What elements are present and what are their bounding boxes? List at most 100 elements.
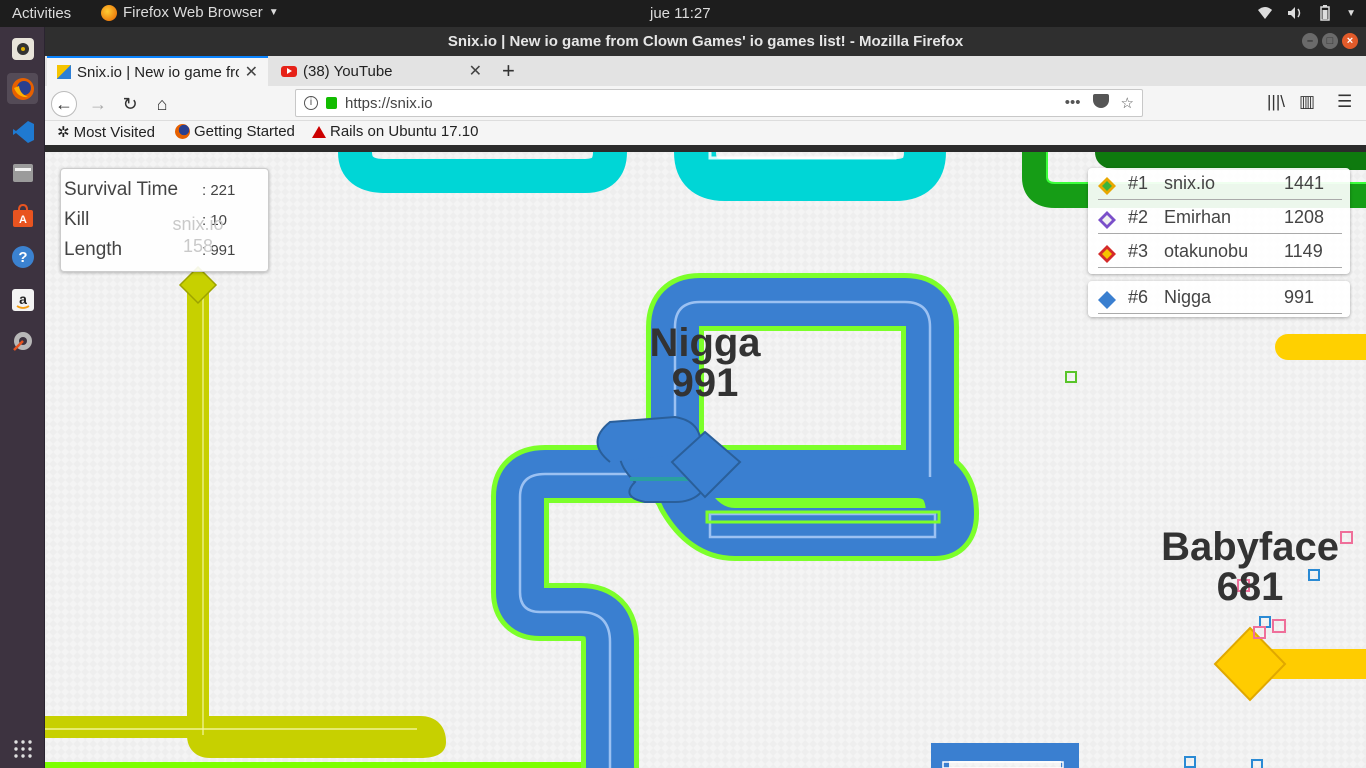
software-center-icon[interactable]: A [7, 200, 38, 231]
survival-time-value: : 221 [202, 182, 236, 199]
leaderboard-rank: #3 [1128, 241, 1149, 261]
leaderboard-score: 991 [1284, 287, 1315, 307]
lock-icon [326, 97, 337, 109]
tab-strip: Snix.io | New io game from Clown Games' … [45, 56, 1366, 86]
svg-text:?: ? [18, 249, 27, 266]
forward-button[interactable]: → [85, 91, 111, 117]
tab-title: (38) YouTube [303, 62, 393, 80]
game-canvas[interactable]: Survival Time : 221 Kill : 10 Length : 9… [45, 152, 1366, 768]
other-snake-score: 681 [1216, 565, 1284, 609]
vscode-icon[interactable] [7, 116, 38, 147]
close-button[interactable]: × [1342, 33, 1358, 49]
url-bar[interactable]: i https://snix.io ••• ☆ [295, 89, 1143, 117]
files-icon[interactable] [7, 157, 38, 188]
app-menu-label: Firefox Web Browser [123, 4, 263, 21]
tab-youtube[interactable]: (38) YouTube ✕ [271, 56, 492, 86]
svg-text:A: A [19, 214, 27, 226]
firefox-icon [101, 4, 117, 21]
ghost-snake-score: 158 [182, 236, 214, 256]
length-label: Length [64, 239, 123, 260]
page-actions-icon[interactable]: ••• [1065, 94, 1081, 112]
system-top-bar: Activities Firefox Web Browser ▼ jue 11:… [0, 0, 1366, 27]
system-tray[interactable]: ▼ [1256, 4, 1356, 22]
pocket-icon[interactable] [1092, 94, 1109, 108]
leaderboard-row: #1 snix.io 1441 [1098, 170, 1342, 200]
settings-icon[interactable] [7, 325, 38, 356]
other-snake-name: Babyface [1161, 525, 1339, 569]
leaderboard-name: otakunobu [1164, 241, 1249, 261]
battery-icon[interactable] [1316, 4, 1334, 22]
wifi-icon[interactable] [1256, 4, 1274, 22]
amazon-icon[interactable]: a [7, 284, 38, 315]
ghost-snake-name: snix.io [172, 214, 224, 234]
bookmark-label: Rails on Ubuntu 17.10 [330, 123, 479, 140]
leaderboard-score: 1208 [1284, 207, 1325, 227]
svg-text:a: a [19, 291, 27, 307]
navigation-toolbar: ← → ↻ ⌂ i https://snix.io ••• ☆ |||\ ▥ ☰ [45, 86, 1366, 121]
survival-time-label: Survival Time [64, 179, 179, 200]
player-score: 991 [671, 361, 739, 405]
rails-icon [312, 125, 326, 138]
close-tab-icon[interactable]: ✕ [469, 61, 482, 81]
other-snake-label: Babyface 681 [1160, 527, 1340, 607]
reload-button[interactable]: ↻ [117, 91, 143, 117]
firefox-icon[interactable] [7, 73, 38, 104]
info-icon[interactable]: i [304, 96, 318, 110]
maximize-button[interactable]: □ [1322, 33, 1338, 49]
leaderboard-score: 1149 [1284, 241, 1323, 261]
launcher-dock: A ? a [0, 27, 45, 768]
leaderboard-name: snix.io [1164, 173, 1216, 193]
bookmark-label: Getting Started [194, 123, 295, 140]
bookmark-star-icon[interactable]: ☆ [1121, 94, 1134, 112]
player-snake-label: Nigga 991 [640, 323, 770, 403]
bookmark-label: Most Visited [73, 123, 156, 141]
leaderboard-rank: #1 [1128, 173, 1149, 193]
bookmark-most-visited[interactable]: ✲ Most Visited [57, 123, 156, 142]
firefox-window: Snix.io | New io game from Clown Games' … [45, 27, 1366, 768]
rhythmbox-icon[interactable] [7, 33, 38, 64]
tab-title: Snix.io | New io game from Clown Games' … [77, 63, 239, 81]
home-button[interactable]: ⌂ [149, 91, 175, 117]
chevron-down-icon: ▼ [268, 7, 279, 18]
my-rank-panel: #6 Nigga 991 [1088, 281, 1350, 317]
leaderboard-rank: #6 [1128, 287, 1149, 307]
bookmarks-toolbar: ✲ Most Visited Getting Started Rails on … [45, 121, 1366, 145]
leaderboard-score: 1441 [1284, 173, 1325, 193]
leaderboard-row: #2 Emirhan 1208 [1098, 204, 1342, 234]
app-grid-icon[interactable] [7, 733, 38, 764]
leaderboard-name: Emirhan [1164, 207, 1232, 227]
url-text[interactable]: https://snix.io [345, 95, 433, 112]
help-icon[interactable]: ? [7, 241, 38, 272]
firefox-icon [175, 124, 190, 139]
sidebar-icon[interactable]: ▥ [1299, 92, 1315, 112]
window-title: Snix.io | New io game from Clown Games' … [447, 33, 964, 50]
tab-snix[interactable]: Snix.io | New io game from Clown Games' … [47, 56, 268, 86]
bookmark-rails[interactable]: Rails on Ubuntu 17.10 [312, 123, 478, 140]
minimize-button[interactable]: – [1302, 33, 1318, 49]
window-titlebar[interactable]: Snix.io | New io game from Clown Games' … [45, 27, 1366, 56]
chevron-down-icon[interactable]: ▼ [1346, 8, 1356, 19]
bookmark-getting-started[interactable]: Getting Started [175, 123, 295, 140]
menu-icon[interactable]: ☰ [1337, 92, 1352, 112]
leaderboard: #1 snix.io 1441 #2 Emirhan 1208 #3 otaku… [1088, 168, 1350, 274]
back-button[interactable]: ← [51, 91, 77, 117]
gear-icon: ✲ [57, 124, 70, 141]
snix-favicon-icon [57, 65, 71, 79]
player-name: Nigga [649, 321, 761, 365]
kill-label: Kill [64, 209, 90, 230]
blue-snake-fragment [931, 743, 1079, 768]
player-avatar-icon [1098, 245, 1116, 263]
youtube-favicon-icon [281, 65, 297, 77]
activities-button[interactable]: Activities [12, 5, 71, 22]
cyan-snake [338, 152, 946, 201]
library-icon[interactable]: |||\ [1267, 92, 1285, 112]
player-avatar-icon [1098, 211, 1116, 229]
close-tab-icon[interactable]: ✕ [245, 62, 258, 82]
volume-icon[interactable] [1286, 4, 1304, 22]
leaderboard-name: Nigga [1164, 287, 1212, 307]
player-avatar-icon [1098, 177, 1116, 195]
new-tab-button[interactable]: + [502, 58, 515, 84]
clock[interactable]: jue 11:27 [650, 5, 711, 22]
leaderboard-rank: #2 [1128, 207, 1149, 227]
app-menu[interactable]: Firefox Web Browser ▼ [101, 4, 279, 21]
